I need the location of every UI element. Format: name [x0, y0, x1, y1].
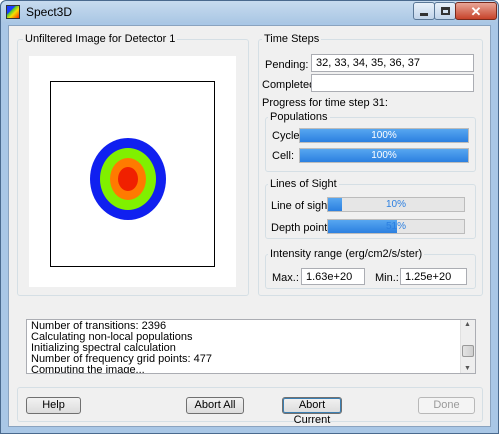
min-label: Min.: — [375, 272, 399, 284]
done-button[interactable]: Done — [418, 397, 475, 414]
maximize-button[interactable] — [434, 2, 456, 20]
spect3d-app-icon — [6, 5, 20, 19]
line-of-sight-progress-bar: 10% — [327, 197, 465, 212]
help-button[interactable]: Help — [26, 397, 81, 414]
populations-group — [265, 117, 476, 172]
line-of-sight-progress-text: 10% — [385, 199, 406, 210]
log-lines: Number of transitions: 2396 Calculating … — [31, 321, 212, 374]
close-icon: ✕ — [470, 3, 482, 19]
window-title: Spect3D — [26, 5, 73, 19]
time-steps-title: Time Steps — [262, 33, 322, 46]
populations-title: Populations — [268, 111, 330, 124]
minimize-icon — [420, 12, 428, 16]
cycle-progress-bar: 100% — [299, 128, 469, 143]
scroll-up-arrow-icon[interactable]: ▲ — [464, 321, 471, 328]
button-bar — [17, 387, 483, 422]
cell-label: Cell: — [272, 150, 295, 162]
cycle-progress-text: 100% — [371, 130, 397, 141]
min-intensity-field[interactable]: 1.25e+20 — [400, 268, 467, 285]
lines-of-sight-title: Lines of Sight — [268, 178, 339, 191]
cell-progress-bar: 100% — [299, 148, 469, 163]
abort-current-button[interactable]: Abort Current — [282, 397, 342, 426]
detector-image-panel — [29, 56, 236, 287]
scrollbar-thumb[interactable] — [462, 345, 474, 357]
title-bar[interactable]: Spect3D ✕ — [1, 1, 498, 23]
completed-field[interactable] — [311, 74, 474, 92]
max-intensity-field[interactable]: 1.63e+20 — [301, 268, 365, 285]
line-of-sight-label: Line of sight: — [271, 200, 334, 212]
minimize-button[interactable] — [413, 2, 435, 20]
cell-progress-text: 100% — [371, 150, 397, 161]
close-button[interactable]: ✕ — [455, 2, 497, 20]
intensity-range-title: Intensity range (erg/cm2/s/ster) — [268, 248, 425, 261]
depth-point-progress-text: 51% — [385, 221, 406, 232]
pending-label: Pending: — [265, 59, 309, 71]
pending-field[interactable]: 32, 33, 34, 35, 36, 37 — [311, 54, 474, 72]
maximize-icon — [440, 7, 450, 15]
abort-all-button[interactable]: Abort All — [186, 397, 244, 414]
depth-point-label: Depth point: — [271, 222, 331, 234]
image-core-red — [118, 167, 138, 191]
depth-point-progress-bar: 51% — [327, 219, 465, 234]
app-window: Spect3D ✕ Unfiltered Image for Detector … — [0, 0, 499, 434]
max-label: Max.: — [272, 272, 299, 284]
scroll-down-arrow-icon[interactable]: ▼ — [464, 365, 471, 372]
log-line: Computing the image... — [31, 364, 145, 374]
dialog-client-area: Unfiltered Image for Detector 1 Time Ste… — [8, 25, 491, 427]
image-group-title: Unfiltered Image for Detector 1 — [23, 33, 178, 46]
completed-label: Completed: — [262, 79, 319, 91]
log-output[interactable]: Number of transitions: 2396 Calculating … — [26, 319, 476, 374]
detector-image — [90, 138, 166, 220]
cycle-label: Cycle: — [272, 130, 303, 142]
log-scrollbar[interactable]: ▲ ▼ — [460, 320, 475, 373]
detector-image-frame — [50, 81, 215, 267]
progress-label: Progress for time step 31: — [262, 97, 388, 109]
